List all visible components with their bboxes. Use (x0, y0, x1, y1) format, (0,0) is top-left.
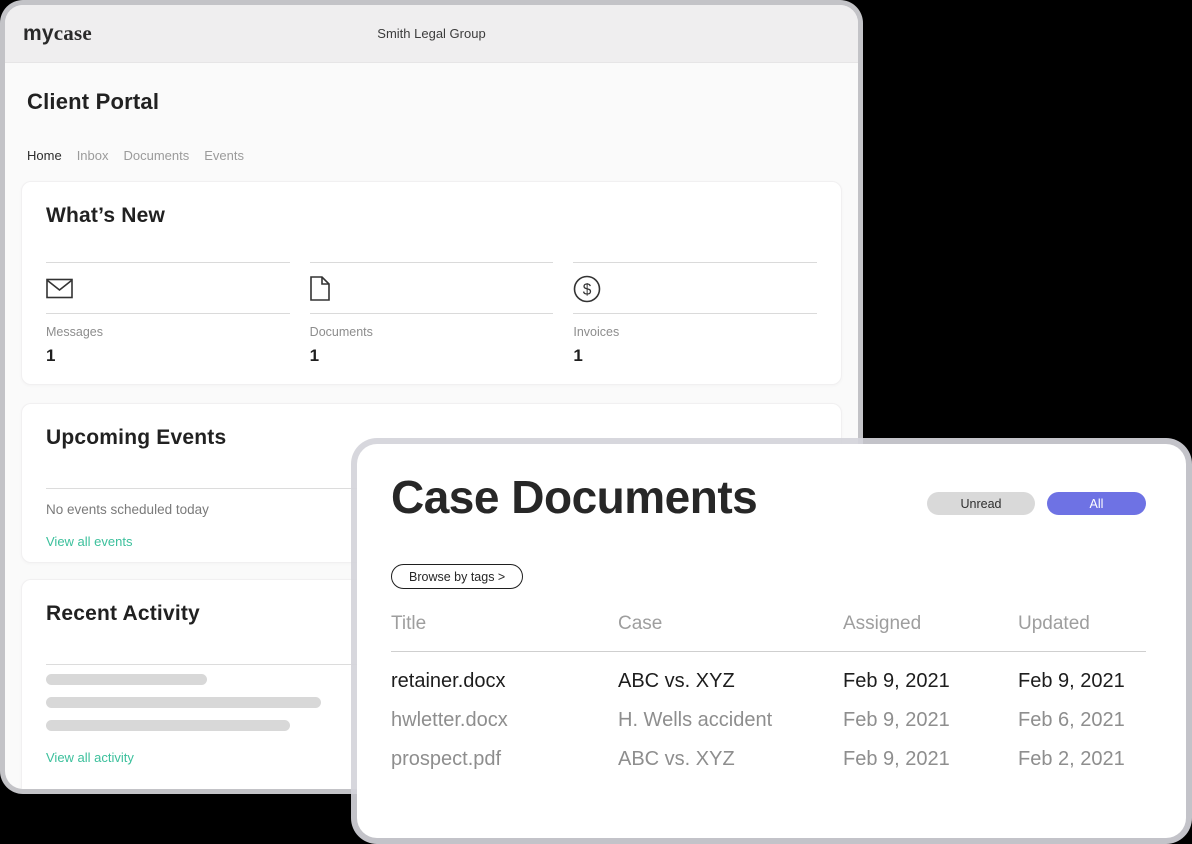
filter-all-button[interactable]: All (1047, 492, 1146, 515)
nav-item-documents[interactable]: Documents (124, 148, 190, 163)
table-row[interactable]: retainer.docx ABC vs. XYZ Feb 9, 2021 Fe… (391, 662, 1146, 701)
case-documents-window: Case Documents Unread All Browse by tags… (357, 444, 1186, 838)
cell-title: retainer.docx (391, 670, 618, 693)
browse-by-tags-button[interactable]: Browse by tags > (391, 564, 523, 589)
svg-text:$: $ (583, 281, 592, 298)
nav-item-events[interactable]: Events (204, 148, 244, 163)
logo-text-my: my (23, 22, 54, 45)
stat-label: Messages (46, 325, 290, 339)
dollar-icon: $ (573, 275, 601, 303)
case-documents-header: Case Documents Unread All (391, 470, 1146, 524)
cell-case: ABC vs. XYZ (618, 670, 843, 693)
page-title: Client Portal (27, 89, 842, 115)
whats-new-card: What’s New Messages 1 (21, 181, 842, 385)
stat-documents[interactable]: Documents 1 (310, 262, 554, 366)
column-header-assigned: Assigned (843, 613, 1018, 635)
stat-value: 1 (46, 346, 290, 366)
cell-title: prospect.pdf (391, 748, 618, 771)
portal-nav: Home Inbox Documents Events (27, 148, 842, 163)
document-icon (310, 276, 330, 301)
stat-label: Invoices (573, 325, 817, 339)
cell-assigned: Feb 9, 2021 (843, 709, 1018, 732)
top-bar: mycase Smith Legal Group (5, 5, 858, 63)
view-all-events-link[interactable]: View all events (46, 534, 132, 549)
logo-text-case: case (54, 21, 92, 45)
column-header-updated: Updated (1018, 613, 1146, 635)
nav-item-home[interactable]: Home (27, 148, 62, 163)
read-filter-group: Unread All (927, 492, 1146, 515)
cell-assigned: Feb 9, 2021 (843, 670, 1018, 693)
column-header-case: Case (618, 613, 843, 635)
column-header-title: Title (391, 613, 618, 635)
whats-new-title: What’s New (46, 204, 817, 228)
filter-unread-button[interactable]: Unread (927, 492, 1035, 515)
stats-row: Messages 1 Documents 1 (46, 262, 817, 366)
cell-case: ABC vs. XYZ (618, 748, 843, 771)
stat-label: Documents (310, 325, 554, 339)
mycase-logo[interactable]: mycase (23, 21, 92, 46)
activity-skeleton-bar (46, 697, 321, 708)
table-body: retainer.docx ABC vs. XYZ Feb 9, 2021 Fe… (391, 662, 1146, 779)
stat-invoices[interactable]: $ Invoices 1 (573, 262, 817, 366)
mail-icon (46, 278, 73, 299)
table-row[interactable]: hwletter.docx H. Wells accident Feb 9, 2… (391, 701, 1146, 740)
nav-item-inbox[interactable]: Inbox (77, 148, 109, 163)
table-row[interactable]: prospect.pdf ABC vs. XYZ Feb 9, 2021 Feb… (391, 740, 1146, 779)
cell-title: hwletter.docx (391, 709, 618, 732)
cell-assigned: Feb 9, 2021 (843, 748, 1018, 771)
cell-updated: Feb 2, 2021 (1018, 748, 1146, 771)
firm-name: Smith Legal Group (377, 26, 485, 41)
stat-value: 1 (573, 346, 817, 366)
case-documents-title: Case Documents (391, 470, 757, 524)
activity-skeleton-bar (46, 720, 290, 731)
view-all-activity-link[interactable]: View all activity (46, 750, 134, 765)
stat-value: 1 (310, 346, 554, 366)
cell-updated: Feb 9, 2021 (1018, 670, 1146, 693)
cell-updated: Feb 6, 2021 (1018, 709, 1146, 732)
documents-table: Title Case Assigned Updated retainer.doc… (391, 613, 1146, 779)
cell-case: H. Wells accident (618, 709, 843, 732)
activity-skeleton-bar (46, 674, 207, 685)
table-header-row: Title Case Assigned Updated (391, 613, 1146, 652)
stat-messages[interactable]: Messages 1 (46, 262, 290, 366)
